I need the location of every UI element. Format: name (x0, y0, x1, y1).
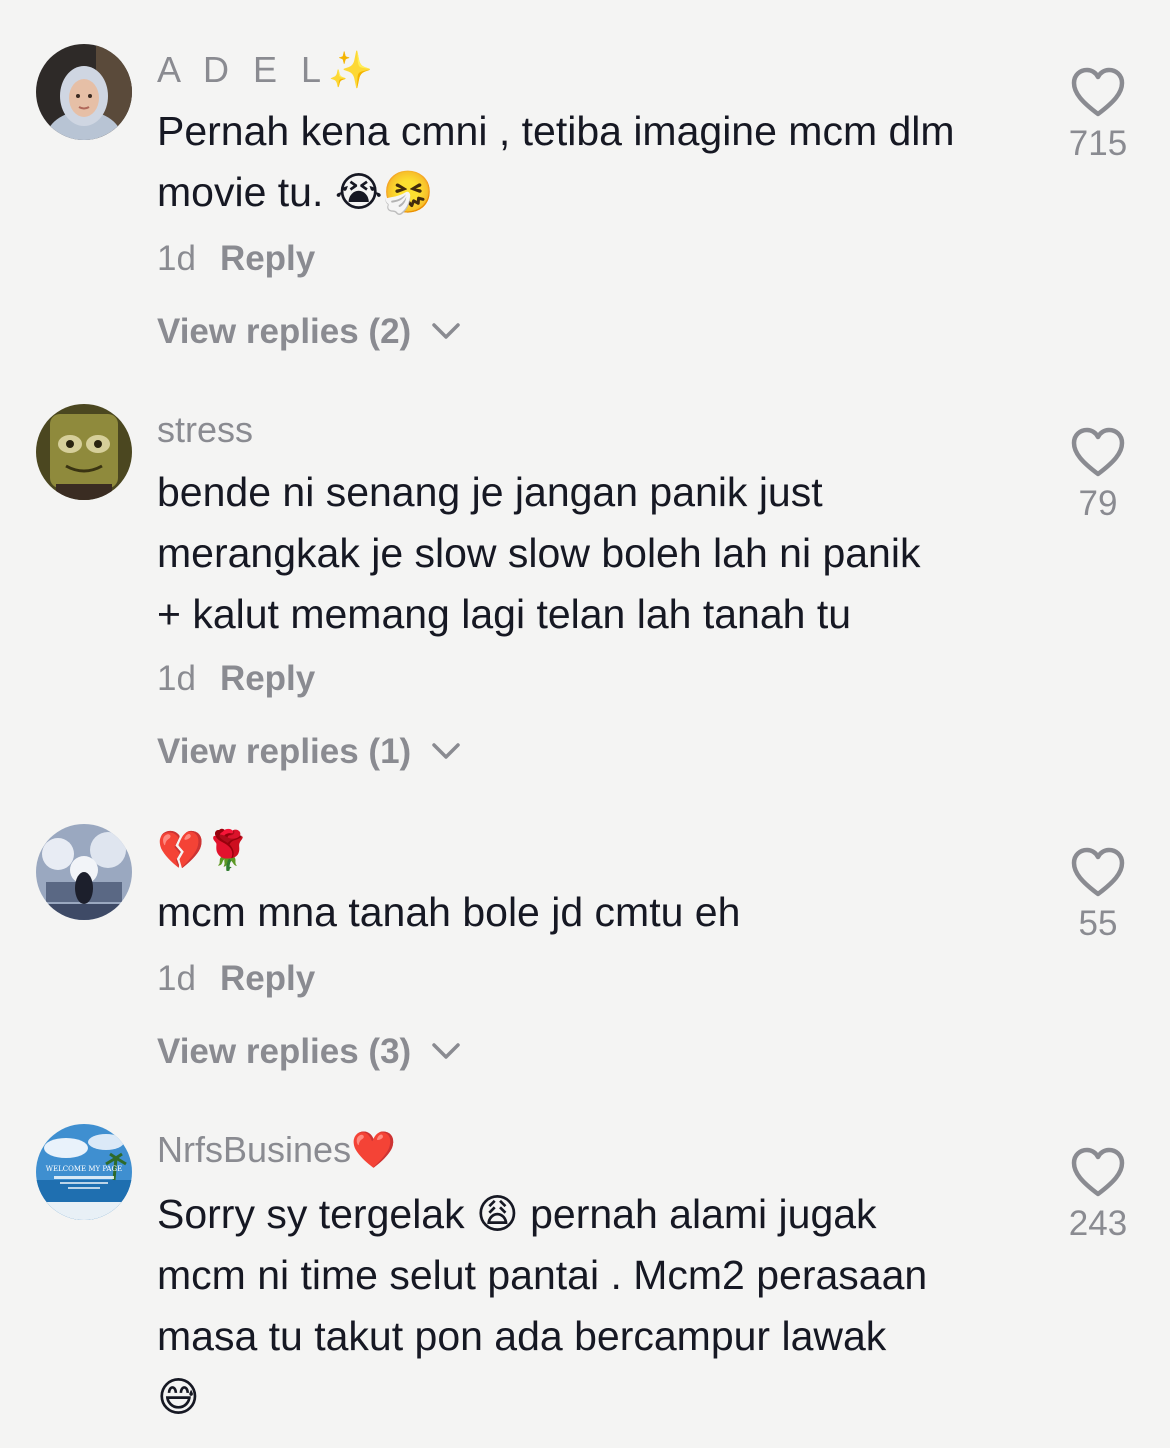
reply-button[interactable]: Reply (220, 959, 315, 998)
like-count: 79 (1078, 484, 1118, 523)
chevron-down-icon (432, 743, 460, 759)
comment-item: 💔🌹 mcm mna tanah bole jd cmtu eh 1d Reply… (0, 800, 1170, 1100)
broken-heart-rose-emoji: 💔🌹 (157, 828, 252, 872)
comment-text: bende ni senang je jangan panik just mer… (157, 462, 1027, 645)
comment-item: stress bende ni senang je jangan panik j… (0, 380, 1170, 800)
comment-item: A D E L✨ Pernah kena cmni , tetiba imagi… (0, 0, 1170, 380)
comment-username[interactable]: NrfsBusines❤️ (157, 1126, 396, 1175)
chevron-down-icon (432, 323, 460, 339)
comment-text-line: movie tu. 😭🤧 (157, 169, 434, 215)
chevron-down-icon (432, 1043, 460, 1059)
like-count: 715 (1068, 124, 1128, 163)
username-text: A D E L (157, 49, 329, 90)
avatar-banner-text: WELCOME MY PAGE (46, 1165, 122, 1173)
sparkles-emoji: ✨ (328, 50, 373, 91)
comment-username[interactable]: 💔🌹 (157, 826, 252, 874)
comment-meta: 1d Reply (157, 237, 315, 281)
comment-text: mcm mna tanah bole jd cmtu eh (157, 882, 1027, 943)
view-replies-label: View replies (2) (157, 312, 412, 351)
comment-time: 1d (157, 239, 196, 278)
avatar[interactable] (36, 404, 132, 500)
heart-outline-icon (1071, 1147, 1125, 1197)
heart-outline-icon (1071, 67, 1125, 117)
view-replies-label: View replies (3) (157, 1032, 412, 1071)
comment-meta: 1d Reply (157, 657, 315, 701)
comment-item: WELCOME MY PAGE NrfsBusines❤️ Sorry sy t… (0, 1100, 1170, 1448)
reply-button[interactable]: Reply (220, 239, 315, 278)
comment-text-line: masa tu takut pon ada bercampur lawak (157, 1313, 887, 1359)
heart-outline-icon (1071, 847, 1125, 897)
comment-time: 1d (157, 659, 196, 698)
comment-username[interactable]: stress (157, 406, 253, 454)
avatar[interactable]: WELCOME MY PAGE (36, 1124, 132, 1220)
view-replies-label: View replies (1) (157, 732, 412, 771)
comment-time: 1d (157, 959, 196, 998)
comment-meta: 1d Reply (157, 957, 315, 1001)
like-button[interactable]: 243 (1058, 1146, 1138, 1246)
comment-text-line: merangkak je slow slow boleh lah ni pani… (157, 530, 921, 576)
like-button[interactable]: 79 (1058, 426, 1138, 526)
like-button[interactable]: 715 (1058, 66, 1138, 166)
comment-text-line: Sorry sy tergelak 😩 pernah alami jugak (157, 1191, 877, 1237)
comment-text: Pernah kena cmni , tetiba imagine mcm dl… (157, 101, 1027, 223)
red-heart-emoji: ❤️ (351, 1130, 396, 1171)
reply-button[interactable]: Reply (220, 659, 315, 698)
like-button[interactable]: 55 (1058, 846, 1138, 946)
comment-username[interactable]: A D E L✨ (157, 46, 373, 95)
view-replies-button[interactable]: View replies (2) (157, 310, 461, 354)
comment-text-line: mcm mna tanah bole jd cmtu eh (157, 889, 741, 935)
comment-text-line: mcm ni time selut pantai . Mcm2 perasaan (157, 1252, 928, 1298)
username-text: NrfsBusines (157, 1129, 352, 1170)
heart-outline-icon (1071, 427, 1125, 477)
view-replies-button[interactable]: View replies (1) (157, 730, 461, 774)
avatar[interactable] (36, 824, 132, 920)
comment-text: Sorry sy tergelak 😩 pernah alami jugak m… (157, 1184, 1027, 1428)
like-count: 243 (1068, 1204, 1128, 1243)
comment-text-line: + kalut memang lagi telan lah tanah tu (157, 591, 852, 637)
avatar[interactable] (36, 44, 132, 140)
like-count: 55 (1078, 904, 1118, 943)
comment-text-line: Pernah kena cmni , tetiba imagine mcm dl… (157, 108, 955, 154)
comment-text-line: bende ni senang je jangan panik just (157, 469, 823, 515)
comment-text-line: 😅 (157, 1374, 200, 1420)
view-replies-button[interactable]: View replies (3) (157, 1030, 461, 1074)
